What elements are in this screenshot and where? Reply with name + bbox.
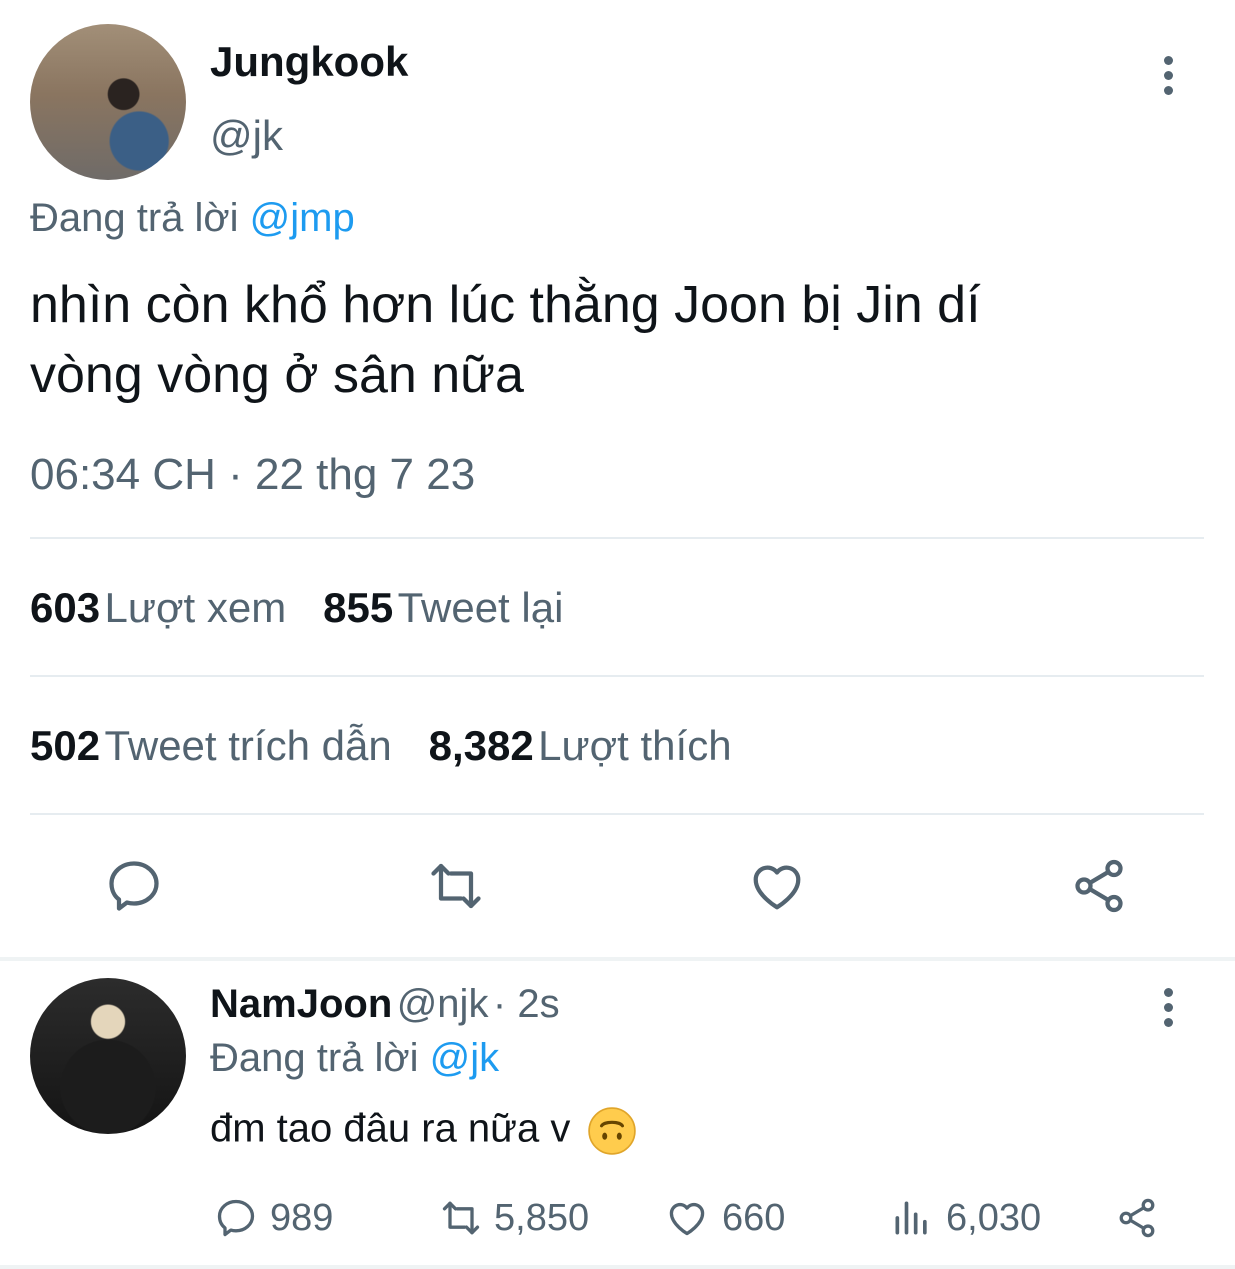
share-icon[interactable] [1068,856,1130,916]
views-count: 603 [30,584,101,631]
reply-like-action[interactable]: 660 [664,1196,785,1240]
reply-time[interactable]: · 2s [493,982,560,1026]
reply-more-options-icon[interactable] [1164,988,1173,1033]
upside-down-face-icon [587,1106,637,1156]
likes-stat[interactable]: 8,382 Lượt thích [429,722,732,769]
stats-row-2: 502 Tweet trích dẫn 8,382 Lượt thích [30,722,732,770]
reply-icon [214,1196,258,1240]
likes-count: 8,382 [428,722,534,769]
author-avatar[interactable] [30,24,186,180]
quotes-count: 502 [30,722,101,769]
reply-reply-action[interactable]: 989 [214,1196,333,1240]
divider [30,675,1204,677]
reply-author-handle[interactable]: @njk [397,982,489,1026]
more-options-icon[interactable] [1164,56,1173,101]
reply-replying-to: Đang trả lời @jk [210,1036,499,1081]
views-label: Lượt xem [104,584,287,631]
reply-replying-mention[interactable]: @jk [430,1036,500,1080]
reply-replies-count: 989 [270,1196,334,1239]
retweets-stat[interactable]: 855 Tweet lại [323,584,563,631]
heart-icon [664,1196,710,1240]
reply-text-content: đm tao đâu ra nữa v [210,1106,571,1151]
reply-icon[interactable] [104,856,164,916]
tweet-text: nhìn còn khổ hơn lúc thằng Joon bị Jin d… [30,270,981,410]
author-handle[interactable]: @jk [210,112,283,160]
retweet-icon [436,1196,486,1240]
reply-views-action[interactable]: 6,030 [890,1196,1041,1240]
tweet-text-line: vòng vòng ở sân nữa [30,346,524,404]
reply-replying-prefix: Đang trả lời [210,1036,419,1080]
analytics-icon [890,1196,934,1240]
divider [30,537,1204,539]
reply-views-count: 6,030 [946,1196,1042,1239]
divider [30,813,1204,815]
reply-author-name[interactable]: NamJoon [210,982,392,1026]
section-divider [0,957,1235,961]
share-icon[interactable] [1114,1196,1160,1240]
author-name[interactable]: Jungkook [210,38,408,86]
reply-author-avatar[interactable] [30,978,186,1134]
replying-mention[interactable]: @jmp [250,196,355,240]
quotes-label: Tweet trích dẫn [104,722,392,769]
likes-label: Lượt thích [538,722,732,769]
reply-retweet-action[interactable]: 5,850 [436,1196,589,1240]
retweets-count: 855 [323,584,394,631]
reply-likes-count: 660 [722,1196,786,1239]
reply-text: đm tao đâu ra nữa v [210,1106,637,1156]
reply-retweets-count: 5,850 [494,1196,590,1239]
section-divider [0,1265,1235,1269]
replying-prefix: Đang trả lời [30,196,239,240]
tweet-text-line: nhìn còn khổ hơn lúc thằng Joon bị Jin d… [30,276,981,334]
retweet-icon[interactable] [424,856,488,916]
reply-header: NamJoon @njk · 2s [210,982,560,1027]
stats-row-1: 603 Lượt xem 855 Tweet lại [30,584,563,632]
retweets-label: Tweet lại [397,584,564,631]
tweet-timestamp[interactable]: 06:34 CH · 22 thg 7 23 [30,450,475,500]
quotes-stat[interactable]: 502 Tweet trích dẫn [30,722,396,769]
replying-to: Đang trả lời @jmp [30,196,355,241]
heart-icon[interactable] [746,856,808,916]
